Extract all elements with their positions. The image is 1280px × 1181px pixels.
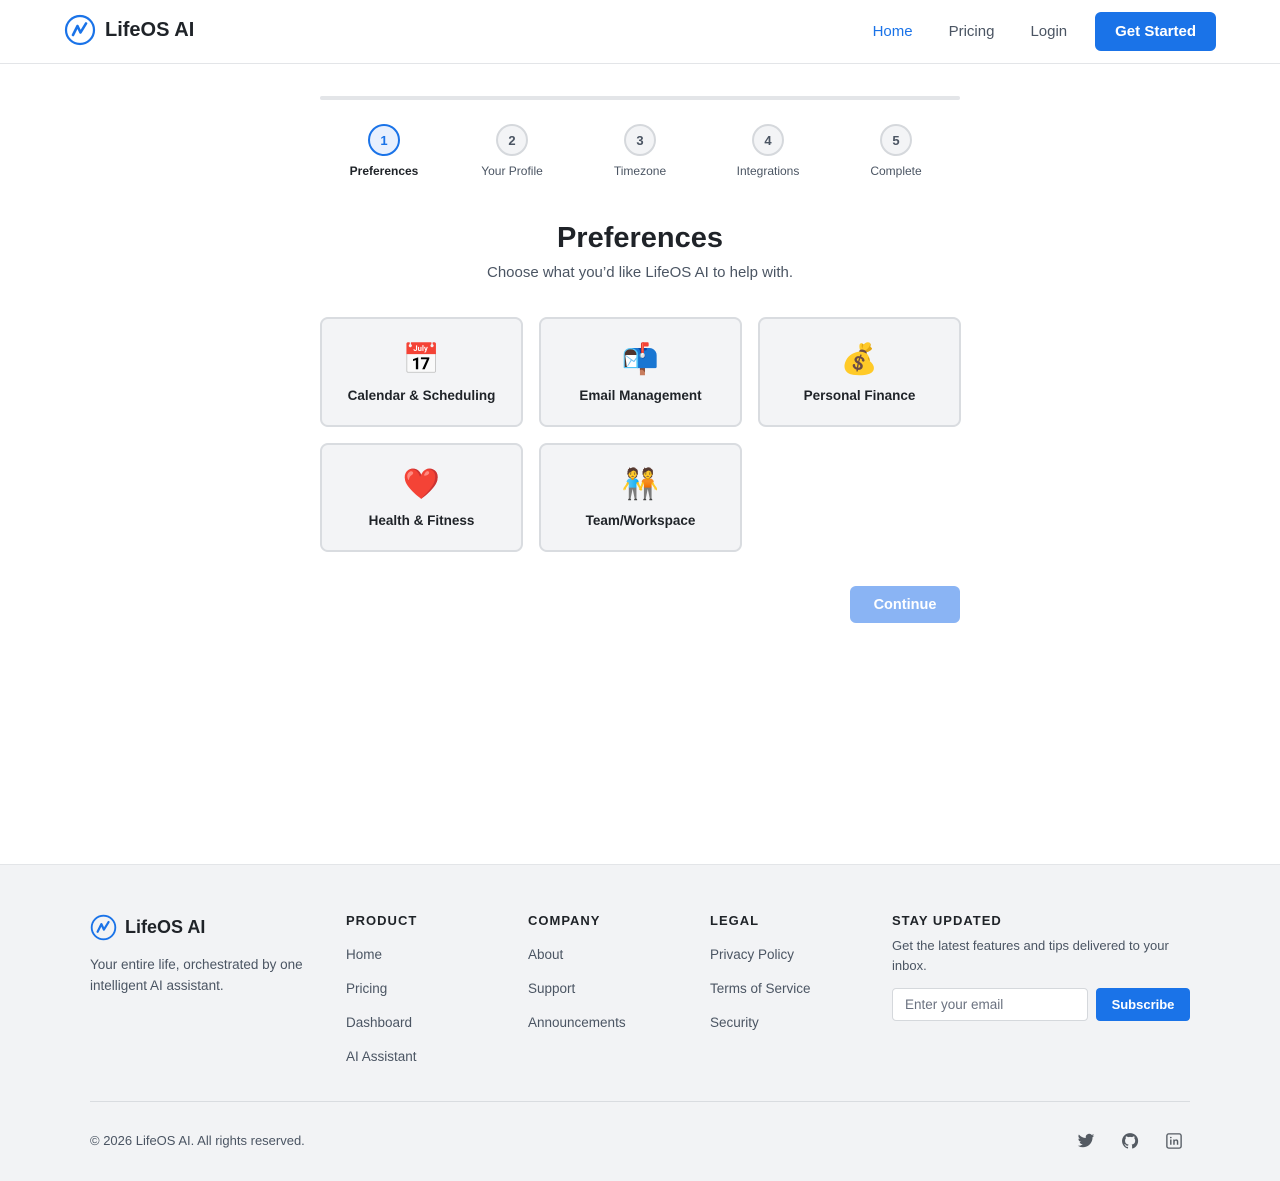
social-links <box>1076 1131 1184 1151</box>
option-label: Calendar & Scheduling <box>347 387 496 403</box>
footer-brand-name: LifeOS AI <box>125 917 206 937</box>
nav-login-link[interactable]: Login <box>1030 13 1067 51</box>
github-icon[interactable] <box>1120 1131 1140 1151</box>
option-personal-finance[interactable]: 💰 Personal Finance <box>758 317 961 427</box>
lifeos-logo-icon <box>64 14 96 46</box>
footer-link-privacy-policy[interactable]: Privacy Policy <box>710 938 811 972</box>
step-number: 5 <box>880 124 912 156</box>
step-complete: 5 Complete <box>832 124 960 178</box>
option-label: Email Management <box>579 387 702 403</box>
newsletter-form: Subscribe <box>892 988 1190 1021</box>
subscribe-button[interactable]: Subscribe <box>1096 988 1190 1021</box>
footer-column-heading: STAY UPDATED <box>892 913 1002 928</box>
nav-pricing-link[interactable]: Pricing <box>949 13 995 51</box>
lifeos-logo-icon <box>90 914 117 941</box>
linkedin-icon[interactable] <box>1164 1131 1184 1151</box>
footer-divider <box>90 1101 1190 1102</box>
mailbox-icon: 📬 <box>621 342 660 376</box>
continue-button[interactable]: Continue <box>850 586 960 623</box>
footer-link-announcements[interactable]: Announcements <box>528 1006 626 1040</box>
option-label: Personal Finance <box>803 387 916 403</box>
site-footer: LifeOS AI Your entire life, orchestrated… <box>0 864 1280 1181</box>
step-integrations: 4 Integrations <box>704 124 832 178</box>
footer-newsletter: STAY UPDATED Get the latest features and… <box>892 913 1190 1021</box>
step-label: Your Profile <box>481 164 543 178</box>
footer-link-ai-assistant[interactable]: AI Assistant <box>346 1040 417 1074</box>
get-started-button[interactable]: Get Started <box>1095 12 1216 51</box>
step-number: 2 <box>496 124 528 156</box>
brand-logo-link[interactable]: LifeOS AI <box>64 14 194 46</box>
footer-legal-column: LEGAL Privacy Policy Terms of Service Se… <box>710 913 811 1040</box>
step-label: Timezone <box>613 164 667 178</box>
option-label: Health & Fitness <box>368 513 475 528</box>
footer-link-pricing[interactable]: Pricing <box>346 972 417 1006</box>
footer-product-column: PRODUCT Home Pricing Dashboard AI Assist… <box>346 913 417 1074</box>
twitter-icon[interactable] <box>1076 1131 1096 1151</box>
footer-tagline: Your entire life, orchestrated by one in… <box>90 957 303 993</box>
footer-link-support[interactable]: Support <box>528 972 626 1006</box>
nav-home-link[interactable]: Home <box>873 13 913 51</box>
step-your-profile: 2 Your Profile <box>448 124 576 178</box>
option-email-management[interactable]: 📬 Email Management <box>539 317 742 427</box>
brand-name: LifeOS AI <box>105 18 195 41</box>
footer-company-column: COMPANY About Support Announcements <box>528 913 626 1040</box>
step-label: Preferences <box>349 164 419 178</box>
step-label: Complete <box>870 164 922 178</box>
option-calendar-scheduling[interactable]: 📅 Calendar & Scheduling <box>320 317 523 427</box>
step-number: 3 <box>624 124 656 156</box>
option-label: Team/Workspace <box>585 513 696 528</box>
step-timezone: 3 Timezone <box>576 124 704 178</box>
copyright-text: © 2026 LifeOS AI. All rights reserved. <box>90 1133 305 1148</box>
calendar-icon: 📅 <box>402 342 441 376</box>
footer-link-about[interactable]: About <box>528 938 626 972</box>
footer-column-heading: LEGAL <box>710 913 760 928</box>
newsletter-description: Get the latest features and tips deliver… <box>892 938 1169 973</box>
footer-link-security[interactable]: Security <box>710 1006 811 1040</box>
top-navbar: LifeOS AI Home Pricing Login Get Started <box>0 0 1280 64</box>
footer-column-heading: PRODUCT <box>346 913 418 928</box>
newsletter-email-input[interactable] <box>892 988 1088 1021</box>
preference-options-grid: 📅 Calendar & Scheduling 📬 Email Manageme… <box>320 317 961 552</box>
footer-link-terms-of-service[interactable]: Terms of Service <box>710 972 811 1006</box>
people-icon: 🧑‍🤝‍🧑 <box>621 468 660 501</box>
main-nav: Home Pricing Login Get Started <box>873 12 1216 51</box>
page-title: Preferences <box>556 222 724 254</box>
option-health-fitness[interactable]: ❤️ Health & Fitness <box>320 443 523 552</box>
step-preferences: 1 Preferences <box>320 124 448 178</box>
step-label: Integrations <box>736 164 800 178</box>
onboarding-progress-bar <box>320 96 960 100</box>
onboarding-stepper: 1 Preferences 2 Your Profile 3 Timezone … <box>320 124 960 178</box>
option-team-workspace[interactable]: 🧑‍🤝‍🧑 Team/Workspace <box>539 443 742 552</box>
footer-link-dashboard[interactable]: Dashboard <box>346 1006 417 1040</box>
page-subtitle: Choose what you’d like LifeOS AI to help… <box>486 264 793 281</box>
step-number: 1 <box>368 124 400 156</box>
step-number: 4 <box>752 124 784 156</box>
footer-link-home[interactable]: Home <box>346 938 417 972</box>
heart-icon: ❤️ <box>402 468 441 501</box>
money-bag-icon: 💰 <box>840 342 879 376</box>
footer-column-heading: COMPANY <box>528 913 601 928</box>
footer-brand[interactable]: LifeOS AI <box>90 914 205 941</box>
